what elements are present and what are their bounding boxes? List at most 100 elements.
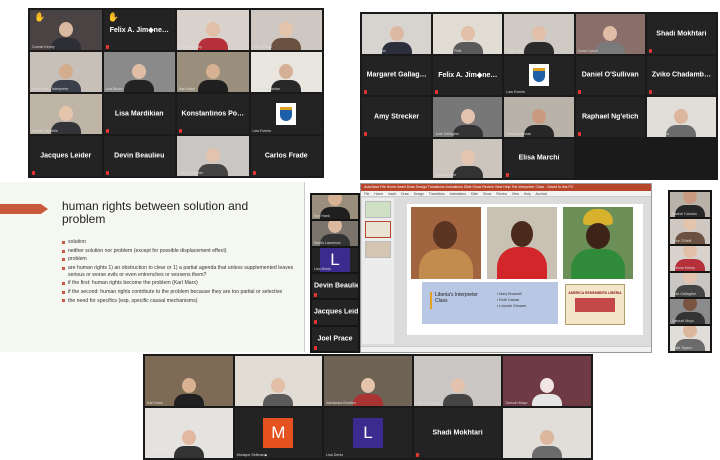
participant-tile[interactable]: Haidi Vigano [646,97,716,137]
participant-head [683,245,697,258]
participant-tile[interactable]: Felix A. Jim◆ne… [433,55,503,95]
participant-name: Jacques Leider [40,152,92,160]
law-events-logo-icon [276,103,297,125]
participant-name-tag: Julie Gallagher [672,292,696,297]
participant-tile[interactable]: Zviko Chadamb… [646,55,716,95]
participant-video [413,356,502,406]
law-events-logo-icon [528,64,549,87]
participant-tile[interactable]: Jacques Leider [30,136,102,176]
participant-tile[interactable]: Lisa Mardikian [103,94,175,134]
participant-name: Zviko Chadamb… [651,71,711,79]
participant-tile[interactable]: Haidi Vigano [670,326,710,351]
participant-tile[interactable]: Elisa Marchi [504,138,574,178]
participant-tile[interactable]: Julie Gallagher [413,356,502,406]
participant-tile[interactable]: Karl Hank [312,195,358,220]
participant-tile[interactable]: Hugo Vale [504,14,574,54]
muted-mic-icon [364,90,367,94]
ppt-info-box: Liberia's Interpreter Class • Mary Brown… [422,282,558,324]
participant-tile[interactable]: Amy Strecker [362,97,432,137]
participant-tile[interactable]: Rachel Carolan [670,192,710,217]
participant-figure [124,64,155,92]
participant-tile[interactable]: Shadi Mokhtari [646,14,716,54]
participant-tile[interactable]: Samuel Moyo [503,356,591,406]
slide-arrow-decoration [0,204,48,214]
ppt-ribbon[interactable]: File Home Insert Draw Design Transitions… [361,191,651,197]
participant-head [683,299,697,312]
participant-tile[interactable]: Haidi Vigano [503,408,591,458]
participant-tile[interactable]: Alice O'Neill [670,218,710,244]
participant-tile[interactable]: Raphael Ng'etich [575,97,645,137]
participant-tile[interactable]: M Monique Sellman◆ [234,408,323,458]
participant-tile[interactable]: L Lisa Dentz [312,247,358,272]
participant-tile[interactable]: Samuel Moyo [670,299,710,325]
participant-tile[interactable]: Julie Gallagher [177,136,249,176]
participant-tile[interactable]: Alexandra Bodden [324,356,412,406]
participant-head [58,64,73,79]
participant-tile[interactable]: Marie-Luce Petit [433,14,503,54]
participant-tile[interactable]: Martin Lawrence [312,221,358,246]
participant-name-tag: Julie Gallagher [415,401,440,405]
participant-tile[interactable]: Karl Hank [177,52,249,92]
participant-tile[interactable]: Annabel Meir [433,138,503,178]
participant-tile[interactable]: Law Events [504,55,574,95]
participant-head [181,378,196,393]
participant-head [450,378,465,393]
participant-tile[interactable]: Devin Beaulieu [312,274,358,299]
participant-name-tag: Annabel Meir [435,173,457,177]
participant-body [381,41,412,54]
participant-tile[interactable]: Anne Keegan [362,14,432,54]
participant-tile[interactable]: Julie Gallagher [433,97,503,137]
participant-name-tag: Martin Lawrence [314,240,341,245]
participant-tile[interactable]: Joanna Kenny [177,10,249,50]
participant-name: Devin Beaulieu [114,152,165,160]
participant-tile[interactable]: Joanna Kenny [670,245,710,271]
participant-tile[interactable]: Joel Prace [312,326,358,351]
ppt-thumbnail-pane[interactable] [362,198,394,344]
crest-icon [280,107,293,121]
participant-tile[interactable]: Zviko Chadamba [250,52,322,92]
ppt-slide-thumbnail[interactable] [365,221,391,238]
participant-tile[interactable]: Connie Kenny ✋ [30,10,102,50]
participant-head [132,64,147,79]
muted-mic-icon [648,90,652,94]
participant-video [145,408,233,458]
participant-tile[interactable]: Shadi Mokhtari [413,408,502,458]
ppt-slide-canvas: Liberia's Interpreter Class • Mary Brown… [407,204,643,335]
ppt-slide-thumbnail[interactable] [365,201,391,218]
participant-tile[interactable]: Pan Chen – Interpreter [30,52,102,92]
participant-tile[interactable]: Natalie Vanbelle [30,94,102,134]
ppt-slide-thumbnail[interactable] [365,241,391,258]
participant-head [683,218,697,231]
participant-head [328,221,342,233]
participant-tile[interactable]: Daniel O'Sullivan [575,55,645,95]
crest-icon [532,68,545,83]
muted-mic-icon [252,171,256,175]
powerpoint-window[interactable]: AutoSave File Home Insert Draw Design Tr… [360,183,652,353]
participant-video [177,10,249,50]
participant-tile[interactable]: Jacques Leider [312,300,358,325]
participant-tile[interactable]: Conor Lynch [575,14,645,54]
participant-tile[interactable]: Alice O'Neill [250,10,322,50]
participant-name-tag: Alice O'Neill [252,45,272,49]
participant-tile[interactable]: Law Events [250,94,322,134]
participant-tile[interactable]: Konstantinos Po… [177,94,249,134]
participant-tile[interactable]: Karl Hank [145,356,233,406]
poster-banner [575,298,615,312]
participant-tile[interactable]: Felix A. Jim◆ne… ✋ [103,10,175,50]
slide-bullet: the need for specifics (esp. specific ca… [62,298,300,304]
participant-tile[interactable]: Orlon Vallery [145,408,233,458]
muted-mic-icon [577,131,581,136]
photo-ruth-caesar [487,207,557,279]
participant-tile[interactable]: Margaret Gallag… [362,55,432,95]
photo-leymah-gbowee [563,207,633,279]
participant-tile[interactable]: Devin Beaulieu [103,136,175,176]
participant-tile[interactable]: Marie-Luce Petit [234,356,323,406]
ppt-poster-image: AMERICA REMEMBERS LIBERIA [565,284,625,325]
participant-tile[interactable]: L Lisa Dentz [324,408,412,458]
participant-tile[interactable]: Julie Gallagher [670,272,710,298]
poster-title: AMERICA REMEMBERS LIBERIA [568,291,622,295]
participant-tile[interactable]: Carlos Frade [250,136,322,176]
participant-tile[interactable]: Rachel Carolan [504,97,574,137]
participant-tile[interactable]: Lisa Bloom [103,52,175,92]
participant-head [460,150,475,165]
